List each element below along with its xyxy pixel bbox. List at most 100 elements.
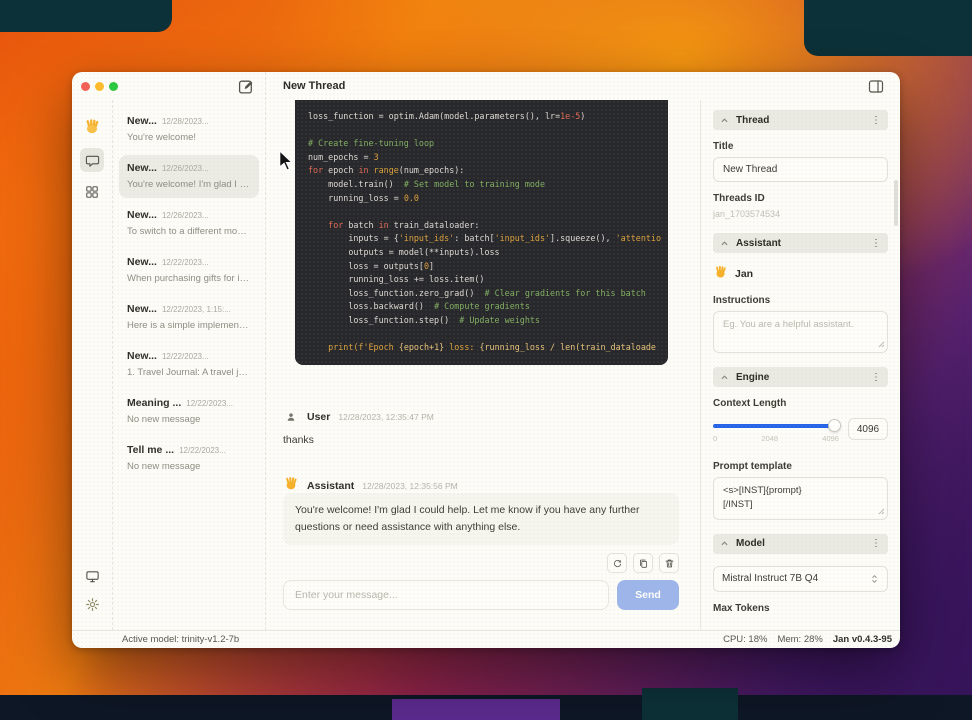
wallpaper-shape [804, 0, 972, 56]
mem-status: Mem: 28% [777, 634, 823, 645]
context-length-control: 0 2048 4096 4096 [713, 418, 888, 443]
thread-title: New... [127, 162, 157, 174]
message-input[interactable] [283, 580, 609, 610]
panel-scrollbar[interactable] [894, 180, 898, 226]
tick-max: 4096 [822, 434, 839, 443]
thread-date: 12/22/2023... [186, 399, 233, 408]
regenerate-button[interactable] [607, 553, 627, 573]
slider-handle[interactable] [828, 419, 841, 432]
send-button[interactable]: Send [617, 580, 679, 610]
code-line: loss_function.zero_grad() # Clear gradie… [308, 287, 646, 298]
titlebar[interactable]: New Thread [72, 72, 900, 100]
app-version: Jan v0.4.3-95 [832, 634, 892, 645]
updown-selector-icon [872, 574, 877, 583]
assistant-identity: Jan [713, 264, 888, 284]
desktop-wallpaper: New Thread New... 12/28/2023... You're w… [0, 0, 972, 720]
prompt-template-textarea[interactable]: <s>[INST]{prompt} [/INST] [713, 477, 888, 520]
assistant-name: Jan [735, 268, 754, 280]
thread-list-item[interactable]: New... 12/22/2023, 1:15:... Here is a si… [119, 296, 259, 339]
kebab-menu-icon[interactable]: ⋮ [871, 372, 881, 383]
thread-title: New... [127, 303, 157, 315]
thread-list-item[interactable]: Meaning ... 12/22/2023... No new message [119, 390, 259, 433]
user-message-header: User 12/28/2023, 12:35:47 PM [283, 409, 434, 425]
right-settings-panel: Thread ⋮ Title New Thread Threads ID jan… [701, 100, 900, 630]
wallpaper-shape [642, 688, 738, 720]
copy-button[interactable] [633, 553, 653, 573]
code-line: loss_function.step() # Update weights [308, 314, 540, 325]
slider-track [713, 424, 839, 428]
kebab-menu-icon[interactable]: ⋮ [871, 115, 881, 126]
engine-section-header[interactable]: Engine ⋮ [713, 367, 888, 387]
new-thread-icon[interactable] [238, 78, 255, 95]
thread-preview: Here is a simple implementati... [127, 320, 251, 331]
settings-gear-icon[interactable] [80, 592, 104, 616]
user-message-timestamp: 12/28/2023, 12:35:47 PM [338, 412, 434, 422]
minimize-window-button[interactable] [95, 82, 104, 91]
code-line: running_loss = 0.0 [308, 192, 419, 203]
tick-min: 0 [713, 434, 718, 443]
system-monitor-icon[interactable] [80, 564, 104, 588]
title-label: Title [713, 141, 734, 152]
engine-section-title: Engine [736, 371, 770, 383]
thread-preview: You're welcome! I'm glad I cou... [127, 179, 251, 190]
thread-title: Meaning ... [127, 397, 182, 409]
thread-list-item[interactable]: New... 12/22/2023... 1. Travel Journal: … [119, 343, 259, 386]
thread-list-item[interactable]: New... 12/28/2023... You're welcome! [119, 108, 259, 151]
model-section-header[interactable]: Model ⋮ [713, 533, 888, 554]
prompt-template-label: Prompt template [713, 461, 792, 472]
right-panel-toggle-icon[interactable] [868, 79, 884, 94]
resize-grip-icon[interactable] [878, 341, 885, 348]
thread-list: New... 12/28/2023... You're welcome! New… [113, 100, 265, 630]
zoom-window-button[interactable] [109, 82, 118, 91]
chevron-up-icon [721, 240, 728, 245]
thread-preview: When purchasing gifts for in-... [127, 273, 251, 284]
status-bar: Active model: trinity-v1.2-7b CPU: 18% M… [72, 630, 900, 648]
mouse-cursor [278, 148, 299, 173]
thread-date: 12/28/2023... [161, 117, 209, 126]
rail-hub-tab[interactable] [80, 180, 104, 204]
instructions-label: Instructions [713, 295, 771, 306]
resize-grip-icon[interactable] [878, 508, 885, 515]
assistant-message-bubble: You're welcome! I'm glad I could help. L… [283, 493, 679, 545]
wallpaper-shape [392, 699, 560, 720]
rail-threads-tab[interactable] [80, 148, 104, 172]
code-line: # Create fine-tuning loop [308, 138, 435, 149]
thread-section-header[interactable]: Thread ⋮ [713, 110, 888, 130]
context-length-slider[interactable]: 0 2048 4096 [713, 418, 841, 443]
slider-ticks: 0 2048 4096 [713, 434, 839, 443]
context-length-value[interactable]: 4096 [848, 418, 888, 440]
code-line: inputs = {'input_ids': batch['input_ids'… [308, 233, 661, 244]
delete-button[interactable] [659, 553, 679, 573]
thread-preview: 1. Travel Journal: A travel journ... [127, 367, 251, 378]
code-line: outputs = model(**inputs).loss [308, 246, 500, 257]
thread-list-item[interactable]: New... 12/22/2023... When purchasing gif… [119, 249, 259, 292]
model-selected-value: Mistral Instruct 7B Q4 [722, 573, 819, 584]
model-dropdown[interactable]: Mistral Instruct 7B Q4 [713, 565, 888, 592]
kebab-menu-icon[interactable]: ⋮ [871, 238, 881, 249]
code-line: for batch in train_dataloader: [328, 219, 480, 230]
thread-list-item[interactable]: New... 12/26/2023... To switch to a diff… [119, 202, 259, 245]
model-section-title: Model [736, 538, 765, 549]
thread-date: 12/22/2023, 1:15:... [161, 305, 231, 314]
thread-list-item[interactable]: Tell me ... 12/22/2023... No new message [119, 437, 259, 480]
thread-date: 12/26/2023... [161, 164, 209, 173]
kebab-menu-icon[interactable]: ⋮ [871, 538, 881, 549]
context-length-label: Context Length [713, 398, 787, 409]
max-tokens-label: Max Tokens [713, 602, 770, 614]
thread-title: New... [127, 350, 157, 362]
code-block[interactable]: loss_function = optim.Adam(model.paramet… [295, 100, 668, 365]
user-message-text: thanks [283, 434, 314, 446]
thread-title: New... [127, 256, 157, 268]
thread-list-item[interactable]: New... 12/26/2023... You're welcome! I'm… [119, 155, 259, 198]
chevron-up-icon [721, 541, 728, 546]
message-actions [283, 553, 679, 573]
thread-title-input[interactable]: New Thread [713, 157, 888, 182]
instructions-textarea[interactable]: Eg. You are a helpful assistant. [713, 311, 888, 353]
code-line: model.train() # Set model to training mo… [308, 178, 545, 189]
assistant-message-name: Assistant [307, 479, 355, 492]
code-line: loss = outputs[0] [308, 260, 435, 271]
assistant-section-header[interactable]: Assistant ⋮ [713, 233, 888, 253]
close-window-button[interactable] [81, 82, 90, 91]
